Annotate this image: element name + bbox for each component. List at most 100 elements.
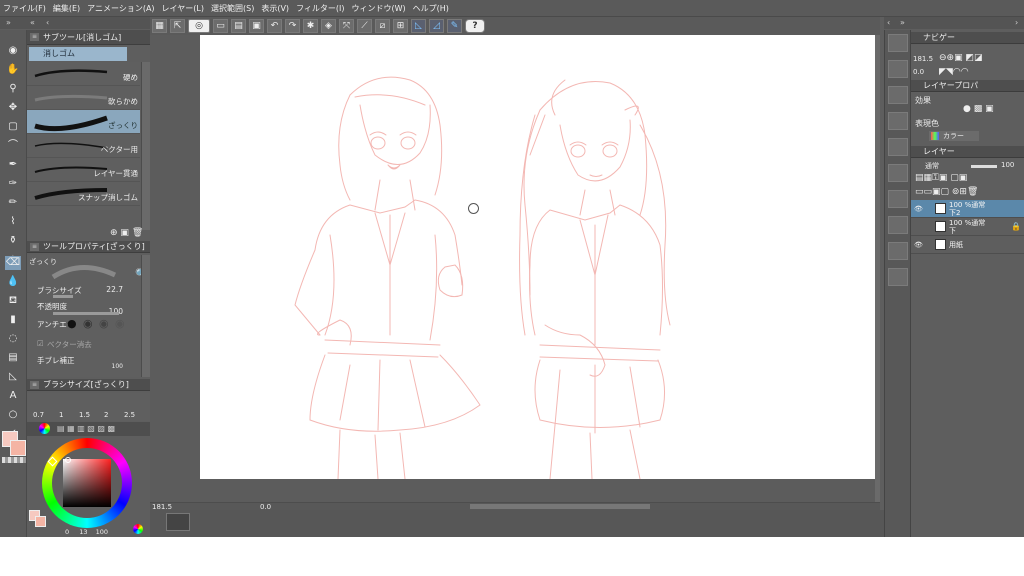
color-cursor-icon[interactable] [65, 457, 71, 463]
subtool-item-vector[interactable]: ベクター用 [27, 134, 140, 158]
layer-row-sketch[interactable]: 100 %通常 下 🔒 [911, 218, 1024, 236]
visibility-eye-icon[interactable]: 👁 [914, 205, 923, 213]
blend-mode-select[interactable]: 通常 [925, 161, 939, 171]
menu-selection[interactable]: 選択範囲(S) [211, 3, 254, 14]
airbrush-icon[interactable]: ⚱ [5, 234, 21, 248]
chevron-left-icon-right[interactable]: ‹ [887, 18, 890, 27]
brush-size-preset[interactable]: 2.5 [124, 411, 135, 419]
antialias-none-icon[interactable]: ● [67, 317, 77, 330]
tool-property-scrollbar[interactable] [141, 255, 150, 377]
layer-panel-title-bar[interactable]: レイヤー [911, 146, 1024, 158]
expand-right-icon[interactable]: » [900, 18, 905, 27]
canvas-vertical-scrollbar[interactable] [875, 35, 880, 502]
effect-icons[interactable]: ● ▩ ▣ [963, 104, 994, 114]
text-icon[interactable]: A [5, 389, 21, 403]
material-icon-10[interactable] [888, 268, 908, 286]
brush-size-row[interactable]: ブラシサイズ 22.7 [27, 283, 141, 299]
tool-property-title-bar[interactable]: ≡ ツールプロパティ[ざっくり] [27, 241, 150, 253]
subtool-item-soft[interactable]: 軟らかめ [27, 86, 140, 110]
blend-icon[interactable]: 💧 [5, 275, 21, 289]
help-icon[interactable]: ? [465, 19, 485, 33]
layer-property-title-bar[interactable]: レイヤープロパ [911, 80, 1024, 92]
subtool-item-through-layer[interactable]: レイヤー貫通 [27, 158, 140, 182]
layer-lock-icons[interactable]: ▤▦⚿▣ ▢▣ [915, 173, 967, 183]
copy-subtool-icon[interactable]: ▣ [120, 228, 129, 238]
zoom-icon[interactable]: ◉ [5, 44, 21, 58]
layer-action-icons[interactable]: ▭▭▣▢ ⊚⊞🗑 [915, 187, 978, 197]
material-icon-6[interactable] [888, 164, 908, 182]
background-color-swatch[interactable] [10, 440, 26, 456]
open-folder-icon[interactable]: ▤ [231, 19, 246, 33]
eyedropper-icon[interactable]: ✒ [5, 158, 21, 172]
stabilize-row[interactable]: 手ブレ補正 100 [27, 353, 141, 370]
menu-layer[interactable]: レイヤー(L) [162, 3, 204, 14]
panel-menu-icon[interactable]: ≡ [30, 33, 39, 41]
brush-size-panel-title-bar[interactable]: ≡ ブラシサイズ[ざっくり] [27, 379, 150, 391]
expression-color-select[interactable]: カラー [929, 131, 979, 141]
canvas-h-scroll-thumb[interactable] [470, 504, 650, 509]
brush-size-preset[interactable]: 1.5 [79, 411, 90, 419]
antialias-weak-icon[interactable]: ◉ [83, 317, 93, 330]
material-icon-3[interactable] [888, 86, 908, 104]
subtool-group-tab[interactable]: 消しゴム [29, 47, 127, 61]
navigator-rotate-icon[interactable]: ◤◥◠◠ [939, 67, 969, 77]
frame-icon[interactable]: ▤ [5, 351, 21, 365]
layer-opacity-value[interactable]: 100 [1001, 161, 1014, 169]
color-wheel-tab-icon[interactable] [39, 423, 50, 434]
undo-icon[interactable]: ↶ [267, 19, 282, 33]
navigator-rotation[interactable]: 0.0 [913, 68, 924, 76]
layer-row-sketch2[interactable]: 👁 100 %通常 下2 [911, 200, 1024, 218]
hand-icon[interactable]: ✋ [5, 63, 21, 77]
color-mode-icon[interactable] [133, 524, 143, 534]
color-slider-tab-icon[interactable]: ▤ ▦ ▥ ▧ ▨ ▩ [57, 424, 115, 433]
selection-icon[interactable]: ▢ [5, 120, 21, 134]
opacity-row[interactable]: 不透明度 100 [27, 299, 141, 316]
antialias-row[interactable]: アンチエイ ● ◉ ◉ ◉ [27, 317, 141, 335]
transform-icon[interactable]: ⤧ [339, 19, 354, 33]
subtool-item-hard[interactable]: 硬め [27, 62, 140, 86]
add-subtool-icon[interactable]: ⊕ [110, 228, 118, 238]
saturation-value-square[interactable] [63, 459, 111, 507]
opacity-slider[interactable] [53, 312, 119, 315]
material-icon[interactable] [888, 34, 908, 52]
figure-icon[interactable]: ◌ [5, 332, 21, 346]
magnifier-icon[interactable]: ⚲ [5, 82, 21, 96]
vector-erase-row[interactable]: ☑ ベクター消去 [27, 337, 141, 353]
snap-special-icon[interactable]: ⧄ [375, 19, 390, 33]
eraser-icon[interactable]: ⌫ [5, 256, 21, 270]
antialias-medium-icon[interactable]: ◉ [99, 317, 109, 330]
vector-erase-checkbox-icon[interactable]: ☑ [37, 339, 44, 348]
clear-icon[interactable]: ✱ [303, 19, 318, 33]
menu-filter[interactable]: フィルター(I) [296, 3, 344, 14]
menu-view[interactable]: 表示(V) [261, 3, 289, 14]
fill-bucket-icon[interactable]: ⛾ [5, 294, 21, 308]
balloon-icon[interactable]: ○ [5, 408, 21, 422]
material-icon-9[interactable] [888, 242, 908, 260]
brush-size-slider[interactable] [53, 295, 73, 298]
collapse-left-icon-2[interactable]: « [30, 18, 35, 27]
pencil-icon[interactable]: ✏ [5, 196, 21, 210]
subtool-item-snap-eraser[interactable]: スナップ消しゴム [27, 182, 140, 206]
menu-edit[interactable]: 編集(E) [53, 3, 80, 14]
layer-lock-icon[interactable]: 🔒 [1011, 222, 1021, 231]
wheel-back-swatch[interactable] [35, 516, 46, 527]
gradient-icon[interactable]: ▮ [5, 313, 21, 327]
chevron-left-icon[interactable]: ‹ [46, 18, 49, 27]
brush-size-preset[interactable]: 2 [104, 411, 108, 419]
visibility-eye-icon[interactable]: 👁 [914, 241, 923, 249]
layer-row-paper[interactable]: 👁 用紙 [911, 236, 1024, 254]
delete-subtool-icon[interactable]: 🗑 [132, 228, 143, 238]
canvas-thumbnail[interactable] [166, 513, 190, 531]
menu-window[interactable]: ウィンドウ(W) [352, 3, 406, 14]
brush-icon[interactable]: ⌇ [5, 215, 21, 229]
navigator-controls-icon[interactable]: ⊖⊕▣ ◩◪ [939, 53, 982, 63]
lasso-icon[interactable]: ⌒ [5, 139, 21, 153]
material-icon-7[interactable] [888, 190, 908, 208]
move-icon[interactable]: ✥ [5, 101, 21, 115]
fill-icon[interactable]: ◈ [321, 19, 336, 33]
collapse-left-icon[interactable]: » [6, 18, 11, 27]
navigator-zoom[interactable]: 181.5 [913, 55, 933, 63]
transparent-color-swatch[interactable] [2, 457, 26, 463]
panel-menu-icon[interactable]: ≡ [30, 380, 39, 389]
ruler-icon[interactable]: ◺ [5, 370, 21, 384]
